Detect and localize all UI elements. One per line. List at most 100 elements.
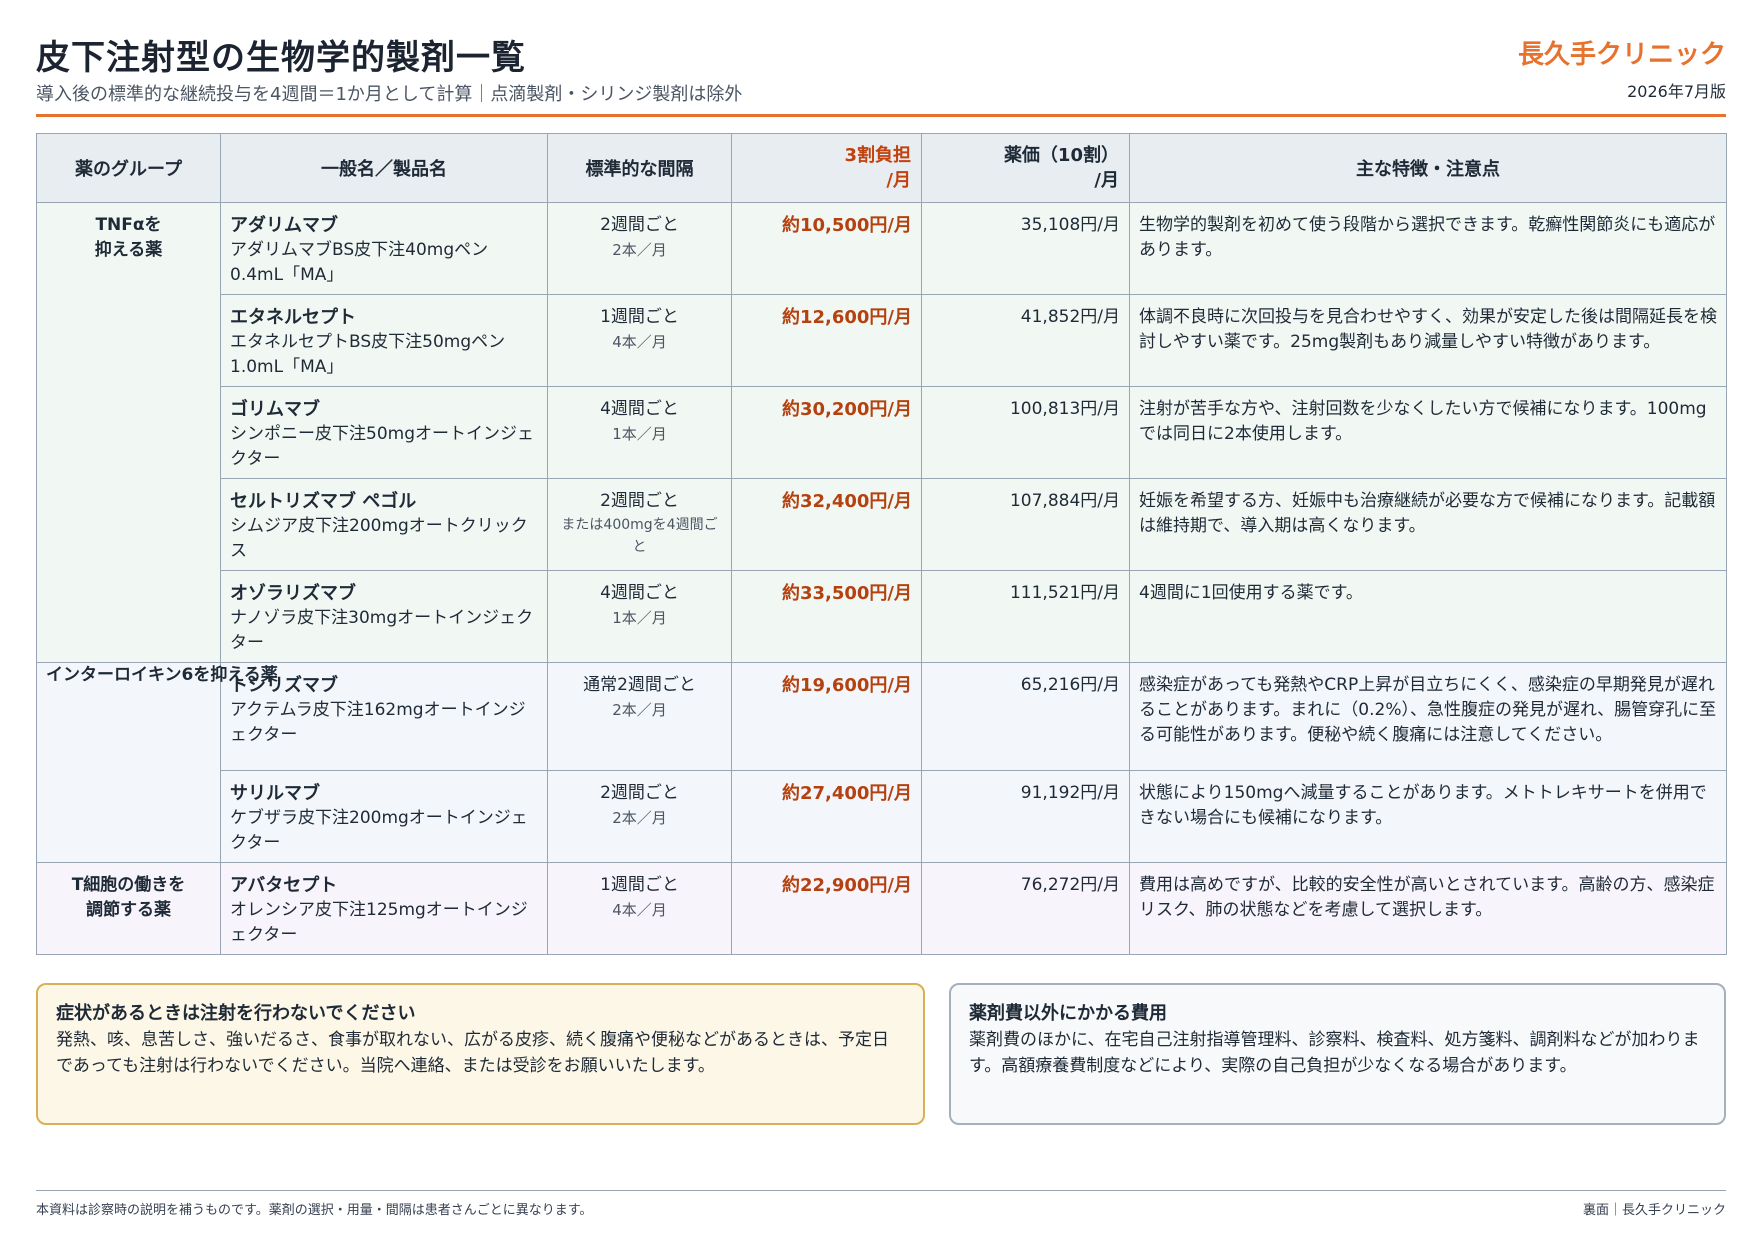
group-tnf: TNFαを 抑える薬 — [36, 202, 221, 663]
price-cell: 107,884円/月 — [921, 478, 1130, 571]
cost-box: 薬剤費以外にかかる費用 薬剤費のほかに、在宅自己注射指導管理料、診察料、検査料、… — [949, 983, 1726, 1125]
interval-value: 4週間ごと — [600, 399, 679, 419]
interval-value: 4週間ごと — [600, 583, 679, 603]
col-header-price: 薬価（10割）/月 — [921, 133, 1130, 203]
dose-count: 4本／月 — [612, 333, 667, 351]
col-header-notes: 主な特徴・注意点 — [1129, 133, 1727, 203]
interval-value: 1週間ごと — [600, 307, 679, 327]
product-name: オレンシア皮下注125mgオートインジェクター — [230, 900, 528, 945]
cost-title: 薬剤費以外にかかる費用 — [969, 1003, 1167, 1024]
drug-name-cell: トシリズマブ アクテムラ皮下注162mgオートインジェクター — [220, 662, 548, 771]
note-cell: 感染症があっても発熱やCRP上昇が目立ちにくく、感染症の早期発見が遅れることがあ… — [1129, 662, 1727, 771]
col-header-group: 薬のグループ — [36, 133, 221, 203]
note-cell: 体調不良時に次回投与を見合わせやすく、効果が安定した後は間隔延長を検討しやすい薬… — [1129, 294, 1727, 387]
table-row: サリルマブケブザラ皮下注200mgオートインジェクター 2週間ごと 2本／月 約2… — [37, 770, 1727, 863]
drug-name-cell: オゾラリズマブナノゾラ皮下注30mgオートインジェクター — [220, 570, 548, 663]
drug-name-cell: アバタセプトオレンシア皮下注125mgオートインジェクター — [220, 862, 548, 955]
page-title: 皮下注射型の生物学的製剤一覧 — [36, 38, 526, 78]
generic-name: アダリムマブ — [230, 215, 338, 236]
note-cell: 4週間に1回使用する薬です。 — [1129, 570, 1727, 663]
product-name: シンポニー皮下注50mgオートインジェクター — [230, 424, 534, 469]
burden-cell: 約32,400円/月 — [731, 478, 922, 571]
note-cell: 妊娠を希望する方、妊娠中も治療継続が必要な方で候補になります。記載額は維持期で、… — [1129, 478, 1727, 571]
dose-count: 1本／月 — [612, 609, 667, 627]
table-header-row: 薬のグループ 一般名／製品名 標準的な間隔 3割負担/月 薬価（10割）/月 主… — [36, 133, 1727, 203]
burden-cell: 約12,600円/月 — [731, 294, 922, 387]
table-row: ゴリムマブシンポニー皮下注50mgオートインジェクター 4週間ごと 1本／月 約3… — [37, 386, 1727, 479]
warning-body: 発熱、咳、息苦しさ、強いだるさ、食事が取れない、広がる皮疹、続く腹痛や便秘などが… — [56, 1030, 889, 1076]
interval-value: 2週間ごと — [600, 783, 679, 803]
price-cell: 76,272円/月 — [921, 862, 1130, 955]
drug-name-cell: ゴリムマブシンポニー皮下注50mgオートインジェクター — [220, 386, 548, 479]
interval-value: 1週間ごと — [600, 875, 679, 895]
generic-name: アバタセプト — [230, 875, 338, 896]
warning-title: 症状があるときは注射を行わないでください — [56, 1003, 416, 1024]
table-row: セルトリズマブ ペゴルシムジア皮下注200mgオートクリックス 2週間ごとまたは… — [37, 478, 1727, 571]
col-header-name: 一般名／製品名 — [220, 133, 548, 203]
price-cell: 35,108円/月 — [921, 202, 1130, 295]
group-tcell: T細胞の働きを 調節する薬 — [36, 862, 221, 955]
drug-name-cell: セルトリズマブ ペゴルシムジア皮下注200mgオートクリックス — [220, 478, 548, 571]
footer-disclaimer: 本資料は診察時の説明を補うものです。薬剤の選択・用量・間隔は患者さんごとに異なり… — [36, 1203, 593, 1218]
interval-cell: 2週間ごと 2本／月 — [547, 770, 732, 863]
interval-value: 2週間ごと — [600, 491, 679, 511]
burden-cell: 約19,600円/月 — [731, 662, 922, 771]
dose-count: または400mgを4週間ごと — [561, 517, 718, 555]
table-row: T細胞の働きを 調節する薬 アバタセプトオレンシア皮下注125mgオートインジェ… — [36, 862, 1727, 955]
interval-cell: 4週間ごと 1本／月 — [547, 570, 732, 663]
page-header: 皮下注射型の生物学的製剤一覧 導入後の標準的な継続投与を4週間＝1か月として計算… — [36, 30, 1726, 117]
table-row: オゾラリズマブナノゾラ皮下注30mgオートインジェクター 4週間ごと 1本／月 約… — [37, 570, 1727, 663]
col-header-interval: 標準的な間隔 — [547, 133, 732, 203]
note-cell: 生物学的製剤を初めて使う段階から選択できます。乾癬性関節炎にも適応があります。 — [1129, 202, 1727, 295]
product-name: シムジア皮下注200mgオートクリックス — [230, 516, 528, 561]
interval-cell: 2週間ごとまたは400mgを4週間ごと — [547, 478, 732, 571]
interval-value: 2週間ごと — [600, 215, 679, 235]
drug-name-cell: エタネルセプトエタネルセプトBS皮下注50mgペン1.0mL「MA」 — [220, 294, 548, 387]
dose-count: 2本／月 — [612, 809, 667, 827]
note-cell: 注射が苦手な方や、注射回数を少なくしたい方で候補になります。100mgでは同日に… — [1129, 386, 1727, 479]
table-row: インターロイキン6を抑える薬 トシリズマブ アクテムラ皮下注162mgオートインジ… — [36, 662, 1727, 863]
cost-body: 薬剤費のほかに、在宅自己注射指導管理料、診察料、検査料、処方箋料、調剤料などが加… — [969, 1030, 1700, 1076]
generic-name: サリルマブ — [230, 783, 320, 804]
drug-name-cell: アダリムマブアダリムマブBS皮下注40mgペン0.4mL「MA」 — [220, 202, 548, 295]
price-cell: 111,521円/月 — [921, 570, 1130, 663]
generic-name: エタネルセプト — [230, 307, 356, 328]
generic-name: オゾラリズマブ — [230, 583, 356, 604]
col-header-burden: 3割負担/月 — [731, 133, 922, 203]
drug-name-cell: サリルマブケブザラ皮下注200mgオートインジェクター — [220, 770, 548, 863]
product-name: アダリムマブBS皮下注40mgペン0.4mL「MA」 — [230, 240, 489, 285]
interval-cell: 1週間ごと 4本／月 — [547, 862, 732, 955]
price-cell: 65,216円/月 — [921, 662, 1130, 771]
product-name: ケブザラ皮下注200mgオートインジェクター — [230, 808, 528, 853]
price-cell: 41,852円/月 — [921, 294, 1130, 387]
burden-cell: 約30,200円/月 — [731, 386, 922, 479]
page: 皮下注射型の生物学的製剤一覧 導入後の標準的な継続投与を4週間＝1か月として計算… — [36, 30, 1727, 1218]
warning-box: 症状があるときは注射を行わないでください 発熱、咳、息苦しさ、強いだるさ、食事が… — [36, 983, 925, 1125]
drug-table: 薬のグループ 一般名／製品名 標準的な間隔 3割負担/月 薬価（10割）/月 主… — [36, 133, 1727, 955]
page-subtitle: 導入後の標準的な継続投与を4週間＝1か月として計算｜点滴製剤・シリンジ製剤は除外 — [36, 84, 743, 105]
footer-page-label: 裏面｜長久手クリニック — [1582, 1203, 1726, 1218]
generic-name: トシリズマブ — [230, 675, 338, 696]
product-name: エタネルセプトBS皮下注50mgペン1.0mL「MA」 — [230, 332, 506, 377]
group-il6: インターロイキン6を抑える薬 — [36, 662, 278, 863]
product-name: ナノゾラ皮下注30mgオートインジェクター — [230, 608, 534, 653]
edition-date: 2026年7月版 — [1627, 82, 1726, 101]
burden-cell: 約27,400円/月 — [731, 770, 922, 863]
note-cell: 状態により150mgへ減量することがあります。メトトレキサートを併用できない場合… — [1129, 770, 1727, 863]
interval-cell: 1週間ごと 4本／月 — [547, 294, 732, 387]
dose-count: 1本／月 — [612, 425, 667, 443]
page-footer: 本資料は診察時の説明を補うものです。薬剤の選択・用量・間隔は患者さんごとに異なり… — [36, 1190, 1726, 1218]
generic-name: セルトリズマブ ペゴル — [230, 491, 417, 512]
burden-cell: 約33,500円/月 — [731, 570, 922, 663]
dose-count: 2本／月 — [612, 701, 667, 719]
interval-cell: 4週間ごと 1本／月 — [547, 386, 732, 479]
note-cell: 費用は高めですが、比較的安全性が高いとされています。高齢の方、感染症リスク、肺の… — [1129, 862, 1727, 955]
generic-name: ゴリムマブ — [230, 399, 320, 420]
burden-cell: 約22,900円/月 — [731, 862, 922, 955]
clinic-name: 長久手クリニック — [1517, 40, 1726, 70]
interval-cell: 2週間ごと 2本／月 — [547, 202, 732, 295]
burden-cell: 約10,500円/月 — [731, 202, 922, 295]
dose-count: 2本／月 — [612, 241, 667, 259]
price-cell: 91,192円/月 — [921, 770, 1130, 863]
interval-value: 通常2週間ごと — [583, 675, 696, 695]
